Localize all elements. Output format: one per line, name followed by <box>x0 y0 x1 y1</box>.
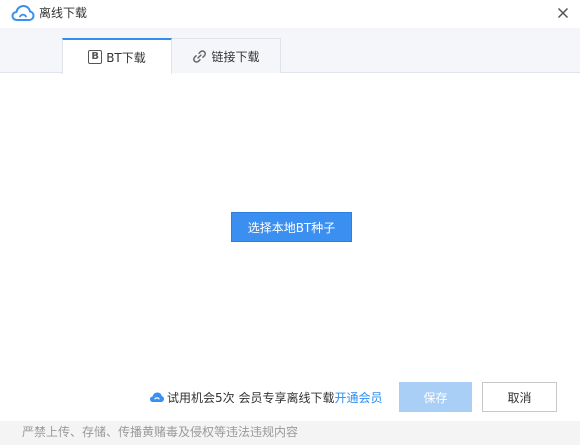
promo-line: 试用机会5次 会员专享离线下载 开通会员 <box>149 389 382 405</box>
compliance-notice: 严禁上传、存储、传播黄赌毒及侵权等违法违规内容 <box>0 421 580 445</box>
save-button[interactable]: 保存 <box>399 382 472 412</box>
tab-bar: B BT下载 链接下载 <box>0 28 580 74</box>
cloud-vip-icon <box>150 392 164 402</box>
tab-label: BT下载 <box>106 50 146 65</box>
offline-download-dialog: 离线下载 B BT下载 链接下载 选择本地BT种子 试用机会5次 会员专享离线下… <box>0 0 580 445</box>
tab-label: 链接下载 <box>211 49 260 64</box>
link-icon <box>193 49 207 63</box>
cancel-button[interactable]: 取消 <box>482 382 557 412</box>
open-membership-link[interactable]: 开通会员 <box>334 389 382 406</box>
select-local-bt-seed-button[interactable]: 选择本地BT种子 <box>231 212 352 242</box>
promo-text: 试用机会5次 会员专享离线下载 <box>167 390 335 405</box>
title-bar: 离线下载 <box>0 0 580 28</box>
window-title: 离线下载 <box>39 6 88 20</box>
cloud-logo-icon <box>11 5 35 21</box>
tab-bt-download[interactable]: B BT下载 <box>62 38 172 74</box>
tab-link-download[interactable]: 链接下载 <box>172 38 281 73</box>
close-icon[interactable] <box>557 7 569 19</box>
bt-icon: B <box>88 50 103 64</box>
